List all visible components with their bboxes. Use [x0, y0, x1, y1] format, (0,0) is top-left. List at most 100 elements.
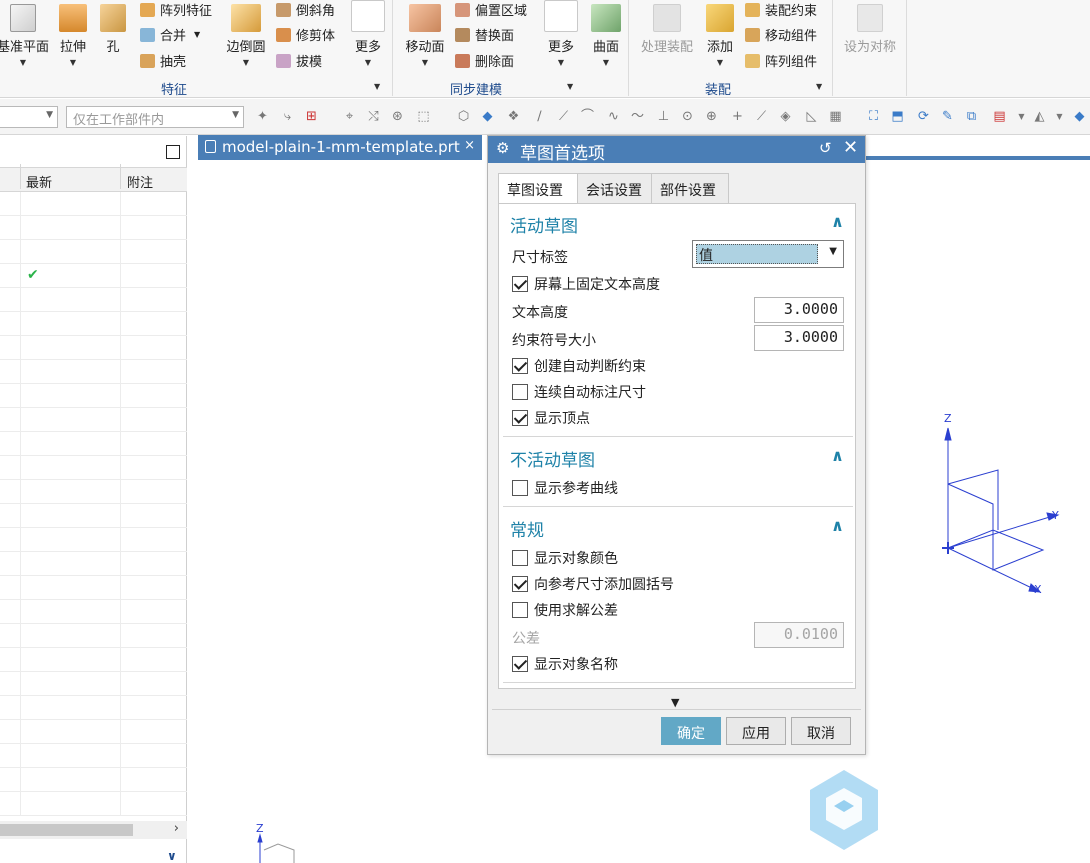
table-row[interactable] — [0, 240, 187, 264]
hole-button[interactable]: 孔 — [96, 4, 130, 55]
group-feature-expand-icon[interactable]: ▼ — [374, 82, 380, 91]
checkbox-checked[interactable] — [512, 576, 528, 592]
shell-button[interactable]: 抽壳 — [140, 51, 186, 70]
circle-center-icon[interactable]: ⊙ — [680, 109, 695, 124]
document-tab[interactable]: model-plain-1-mm-template.prt × — [198, 135, 482, 160]
collapse-icon[interactable]: ∧ — [831, 212, 844, 231]
table-row[interactable] — [0, 312, 187, 336]
snap-angle-icon[interactable]: ◺ — [804, 109, 819, 124]
chevron-down-icon[interactable]: ▼ — [1014, 109, 1029, 124]
collapse-icon[interactable]: ∧ — [831, 516, 844, 535]
render-style-icon[interactable]: ▤ — [992, 109, 1007, 124]
checkbox-unchecked[interactable] — [512, 550, 528, 566]
continuous-auto-dimension-checkbox[interactable]: 连续自动标注尺寸 — [512, 382, 646, 402]
face-icon[interactable]: ❖ — [506, 109, 521, 124]
wave-icon[interactable]: 〜 — [630, 109, 645, 124]
checkbox-checked[interactable] — [512, 358, 528, 374]
rectangle-select-icon[interactable]: ⬚ — [416, 109, 431, 124]
spline-icon[interactable]: ∿ — [606, 109, 621, 124]
make-symmetric-button[interactable]: 设为对称 — [838, 4, 902, 55]
curve-icon[interactable]: ⌒ — [580, 109, 595, 124]
grid-icon[interactable]: ▦ — [828, 109, 843, 124]
chevron-down-icon[interactable]: ∨ — [167, 849, 177, 863]
pattern-feature-button[interactable]: 阵列特征 — [140, 0, 212, 19]
fix-text-height-checkbox[interactable]: 屏幕上固定文本高度 — [512, 274, 660, 294]
process-assembly-button[interactable]: 处理装配 — [636, 4, 698, 55]
fit-view-icon[interactable]: ⛶ — [866, 109, 881, 124]
checkbox-unchecked[interactable] — [512, 480, 528, 496]
checkbox-unchecked[interactable] — [512, 384, 528, 400]
table-row[interactable] — [0, 504, 187, 528]
add-parentheses-checkbox[interactable]: 向参考尺寸添加圆括号 — [512, 574, 674, 594]
use-solve-tolerance-checkbox[interactable]: 使用求解公差 — [512, 600, 618, 620]
filter-combo[interactable]: ▼ — [0, 106, 58, 128]
table-row[interactable] — [0, 528, 187, 552]
tab-part-settings[interactable]: 部件设置 — [651, 173, 729, 204]
table-row[interactable] — [0, 624, 187, 648]
group-sync-expand-icon[interactable]: ▼ — [567, 82, 573, 91]
add-component-button[interactable]: 添加 ▼ — [703, 4, 737, 67]
dialog-title-bar[interactable]: ⚙ 草图首选项 ↺ ✕ — [488, 136, 865, 164]
checkbox-checked[interactable] — [512, 656, 528, 672]
checkbox-unchecked[interactable] — [512, 602, 528, 618]
horizontal-scrollbar[interactable]: › — [0, 821, 187, 839]
chevron-down-icon[interactable]: ▼ — [1052, 109, 1067, 124]
pan-icon[interactable]: ✎ — [940, 109, 955, 124]
show-object-color-checkbox[interactable]: 显示对象颜色 — [512, 548, 618, 568]
apply-button[interactable]: 应用 — [726, 717, 786, 745]
chevron-right-icon[interactable]: › — [174, 821, 179, 836]
rotate-icon[interactable]: ⟳ — [916, 109, 931, 124]
body-icon[interactable]: ⬡ — [456, 109, 471, 124]
orient-view-icon[interactable]: ⧉ — [964, 109, 979, 124]
collapse-icon[interactable]: ∧ — [831, 446, 844, 465]
table-row[interactable] — [0, 576, 187, 600]
checkbox-checked[interactable] — [512, 276, 528, 292]
table-row[interactable] — [0, 720, 187, 744]
tab-sketch-settings[interactable]: 草图设置 — [498, 173, 578, 205]
table-row[interactable] — [0, 600, 187, 624]
column-latest[interactable]: 最新 — [26, 172, 52, 191]
view-cube-icon[interactable]: ◆ — [1072, 109, 1087, 124]
tangent-icon[interactable]: ⟋ — [754, 109, 769, 124]
tab-session-settings[interactable]: 会话设置 — [577, 173, 652, 204]
snap-grid-icon[interactable]: ⊞ — [304, 109, 319, 124]
text-height-input[interactable]: 3.0000 — [754, 297, 844, 323]
table-row[interactable] — [0, 192, 187, 216]
group-assembly-expand-icon[interactable]: ▼ — [816, 82, 822, 91]
table-row[interactable] — [0, 408, 187, 432]
extrude-button[interactable]: 拉伸 ▼ — [54, 4, 92, 67]
point-on-face-icon[interactable]: ◈ — [778, 109, 793, 124]
close-tab-icon[interactable]: × — [464, 138, 475, 153]
constraint-size-input[interactable]: 3.0000 — [754, 325, 844, 351]
section-inactive-sketch[interactable]: 不活动草图 — [510, 446, 595, 471]
zoom-icon[interactable]: ⬒ — [890, 109, 905, 124]
trim-body-button[interactable]: 修剪体 — [276, 25, 335, 44]
pattern-component-button[interactable]: 阵列组件 — [745, 51, 817, 70]
table-row[interactable] — [0, 384, 187, 408]
section-active-sketch[interactable]: 活动草图 — [510, 212, 578, 237]
display-mode-icon[interactable]: ◭ — [1032, 109, 1047, 124]
assembly-constraint-button[interactable]: 装配约束 — [745, 0, 817, 19]
surface-button[interactable]: 曲面 ▼ — [588, 4, 624, 67]
section-general[interactable]: 常规 — [510, 516, 544, 541]
table-row[interactable] — [0, 360, 187, 384]
table-row[interactable]: ✔ — [0, 264, 187, 288]
delete-face-button[interactable]: 删除面 — [455, 51, 514, 70]
unite-button[interactable]: 合并 ▼ — [140, 25, 200, 44]
draft-button[interactable]: 拔模 — [276, 51, 322, 70]
table-row[interactable] — [0, 336, 187, 360]
expand-more-icon[interactable]: ▼ — [671, 696, 679, 709]
snap-end-icon[interactable]: ⤷ — [280, 109, 295, 124]
table-row[interactable] — [0, 432, 187, 456]
table-row[interactable] — [0, 480, 187, 504]
table-row[interactable] — [0, 552, 187, 576]
select-icon[interactable]: ⌖ — [342, 109, 357, 124]
create-auto-constraints-checkbox[interactable]: 创建自动判断约束 — [512, 356, 646, 376]
reset-icon[interactable]: ↺ — [819, 139, 832, 157]
show-reference-curves-checkbox[interactable]: 显示参考曲线 — [512, 478, 618, 498]
table-row[interactable] — [0, 648, 187, 672]
quadrant-icon[interactable]: ⊕ — [704, 109, 719, 124]
table-row[interactable] — [0, 288, 187, 312]
scope-combo[interactable]: 仅在工作部件内 ▼ — [66, 106, 244, 128]
intersection-icon[interactable]: ⊥ — [656, 109, 671, 124]
